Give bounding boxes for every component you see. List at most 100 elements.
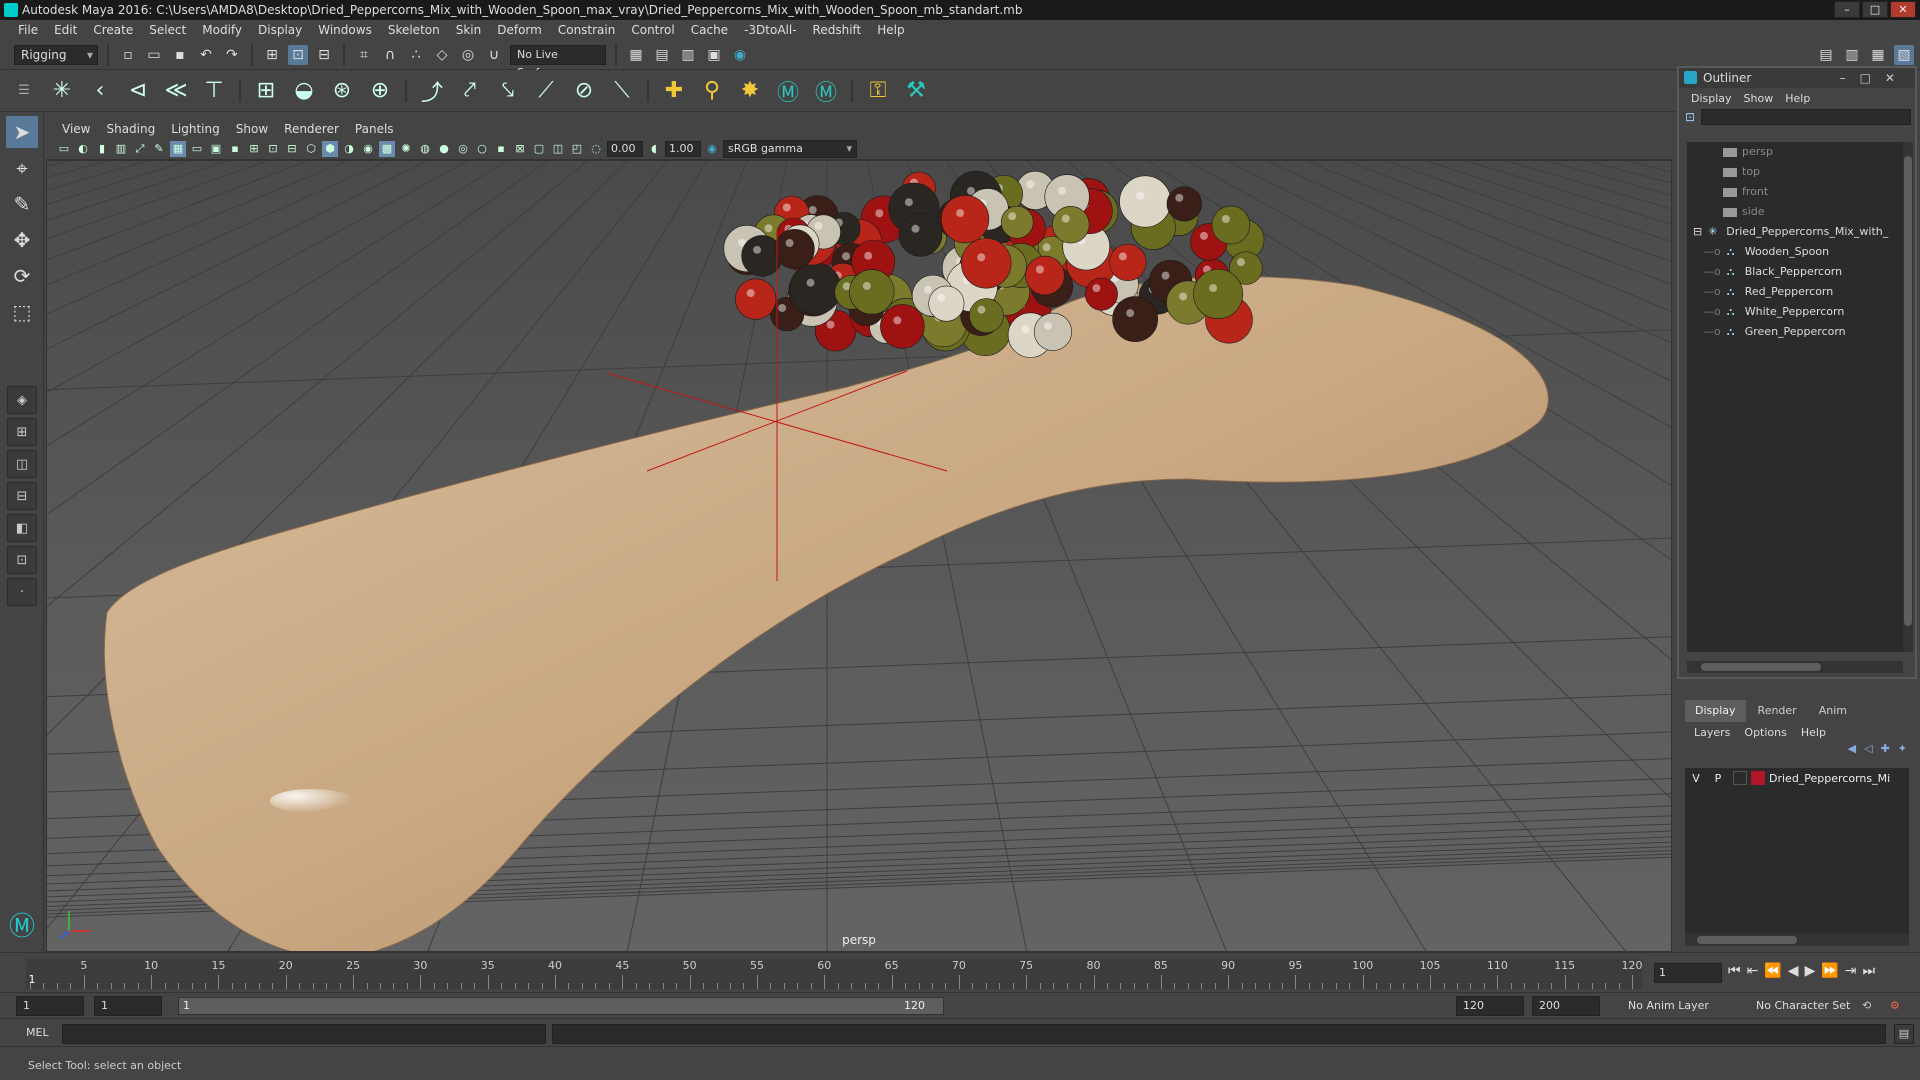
menu-file[interactable]: File bbox=[10, 23, 46, 37]
outliner-item-white-peppercorn[interactable]: —o ⛬ White_Peppercorn bbox=[1687, 302, 1903, 322]
layer-color-swatch[interactable] bbox=[1751, 771, 1765, 785]
field-chart-icon[interactable]: ⊞ bbox=[246, 141, 262, 157]
outliner-item-red-peppercorn[interactable]: —o ⛬ Red_Peppercorn bbox=[1687, 282, 1903, 302]
layer-playback-toggle[interactable]: P bbox=[1707, 772, 1729, 785]
playback-end-field[interactable]: 120 bbox=[1456, 996, 1524, 1016]
paint-select-tool-icon[interactable]: ✎ bbox=[6, 188, 38, 220]
outliner-filter-icon[interactable]: ⊡ bbox=[1685, 110, 1695, 124]
ik-spline-icon[interactable]: ⤤ bbox=[454, 75, 486, 107]
shadows-icon[interactable]: ◍ bbox=[417, 141, 433, 157]
select-camera-icon[interactable]: ▭ bbox=[56, 141, 72, 157]
maximize-button[interactable]: □ bbox=[1862, 1, 1888, 18]
create-layer-from-selected-icon[interactable]: ✦ bbox=[1898, 742, 1907, 762]
bind-skin-icon[interactable]: ⤥ bbox=[492, 75, 524, 107]
layer-row[interactable]: V P Dried_Peppercorns_Mi bbox=[1685, 768, 1909, 788]
menu-display[interactable]: Display bbox=[250, 23, 310, 37]
wireframe-on-shaded-icon[interactable]: ◑ bbox=[341, 141, 357, 157]
outliner-item-top[interactable]: top bbox=[1687, 162, 1903, 182]
menu-modify[interactable]: Modify bbox=[194, 23, 250, 37]
character-set-dropdown[interactable]: No Character Set bbox=[1756, 996, 1850, 1016]
new-scene-icon[interactable]: ▫ bbox=[118, 45, 138, 65]
layer-display-type[interactable] bbox=[1733, 771, 1747, 785]
viewport-menu-show[interactable]: Show bbox=[228, 122, 276, 136]
persp-hypershade-layout-icon[interactable]: ◧ bbox=[7, 514, 37, 542]
tool-settings-toggle-icon[interactable]: ▦ bbox=[1868, 45, 1888, 65]
four-view-layout-icon[interactable]: ⊞ bbox=[7, 418, 37, 446]
layer-tab-render[interactable]: Render bbox=[1748, 700, 1807, 722]
menuset-dropdown[interactable]: Rigging bbox=[14, 44, 98, 65]
range-bar[interactable]: 1 120 bbox=[178, 997, 944, 1015]
ipr-render-icon[interactable]: ▥ bbox=[678, 45, 698, 65]
grid-toggle-icon[interactable]: ▦ bbox=[170, 140, 186, 157]
save-scene-icon[interactable]: ▪ bbox=[170, 45, 190, 65]
anim-start-field[interactable]: 1 bbox=[16, 996, 84, 1016]
outliner-menu-display[interactable]: Display bbox=[1685, 92, 1738, 105]
smooth-shade-icon[interactable]: ⬢ bbox=[322, 140, 338, 157]
make-live-icon[interactable]: ◎ bbox=[458, 45, 478, 65]
workspace-icon[interactable]: ▤ bbox=[1816, 45, 1836, 65]
safe-action-icon[interactable]: ⊡ bbox=[265, 141, 281, 157]
step-forward-key-icon[interactable]: ⇥ bbox=[1845, 963, 1857, 979]
hypershade-icon[interactable]: ◉ bbox=[730, 45, 750, 65]
move-layer-down-icon[interactable]: ◁ bbox=[1864, 742, 1872, 762]
locator-icon[interactable]: ✚ bbox=[658, 75, 690, 107]
preferences-icon[interactable]: ⚙ bbox=[1890, 996, 1900, 1016]
isolate-select-icon[interactable]: ⊠ bbox=[512, 141, 528, 157]
outliner-item-front[interactable]: front bbox=[1687, 182, 1903, 202]
snap-magnet-icon[interactable]: ∪ bbox=[484, 45, 504, 65]
viewport-menu-panels[interactable]: Panels bbox=[347, 122, 402, 136]
menu-skin[interactable]: Skin bbox=[448, 23, 490, 37]
menu-redshift[interactable]: Redshift bbox=[805, 23, 870, 37]
menu-edit[interactable]: Edit bbox=[46, 23, 85, 37]
component-editor-icon[interactable]: ⚒ bbox=[900, 75, 932, 107]
point-constraint-icon[interactable]: ✸ bbox=[734, 75, 766, 107]
outliner-item-side[interactable]: side bbox=[1687, 202, 1903, 222]
persp-graph-layout-icon[interactable]: ⊟ bbox=[7, 482, 37, 510]
attribute-editor-toggle-icon[interactable]: ▥ bbox=[1842, 45, 1862, 65]
custom-layout-icon[interactable]: ⊡ bbox=[7, 546, 37, 574]
color-management-icon[interactable]: ◉ bbox=[704, 141, 720, 157]
layer-menu-help[interactable]: Help bbox=[1794, 726, 1833, 739]
gamma-field[interactable]: 1.00 bbox=[665, 140, 701, 157]
exposure-icon[interactable]: ◌ bbox=[588, 141, 604, 157]
ik-handle-icon[interactable]: ⤴ bbox=[416, 75, 448, 107]
cluster-icon[interactable]: ⊞ bbox=[250, 75, 282, 107]
outliner-item-wooden-spoon[interactable]: —o ⛬ Wooden_Spoon bbox=[1687, 242, 1903, 262]
image-plane-icon[interactable]: ▥ bbox=[113, 141, 129, 157]
anim-layer-dropdown[interactable]: No Anim Layer bbox=[1628, 996, 1709, 1016]
menu-skeleton[interactable]: Skeleton bbox=[380, 23, 448, 37]
textured-icon[interactable]: ▩ bbox=[379, 140, 395, 157]
use-all-lights-icon[interactable]: ✺ bbox=[398, 141, 414, 157]
snap-to-grid-icon[interactable]: ⌗ bbox=[354, 45, 374, 65]
snap-to-point-icon[interactable]: ∴ bbox=[406, 45, 426, 65]
layer-menu-layers[interactable]: Layers bbox=[1687, 726, 1737, 739]
film-gate-icon[interactable]: ▭ bbox=[189, 141, 205, 157]
xray-joints-icon[interactable]: ◫ bbox=[550, 141, 566, 157]
snap-to-curve-icon[interactable]: ∩ bbox=[380, 45, 400, 65]
layer-name[interactable]: Dried_Peppercorns_Mi bbox=[1769, 772, 1890, 785]
viewport-menu-view[interactable]: View bbox=[54, 122, 98, 136]
menu-deform[interactable]: Deform bbox=[489, 23, 550, 37]
color-space-dropdown[interactable]: sRGB gamma bbox=[723, 139, 857, 158]
undo-icon[interactable]: ↶ bbox=[196, 45, 216, 65]
soft-mod-icon[interactable]: ⊕ bbox=[364, 75, 396, 107]
gamma-icon[interactable]: ◖ bbox=[646, 141, 662, 157]
insert-joint-icon[interactable]: ‹ bbox=[84, 75, 116, 107]
outliner-menu-show[interactable]: Show bbox=[1738, 92, 1780, 105]
orient-joint-icon[interactable]: ≪ bbox=[160, 75, 192, 107]
menu-select[interactable]: Select bbox=[141, 23, 194, 37]
create-empty-layer-icon[interactable]: ✚ bbox=[1881, 742, 1890, 762]
time-ruler[interactable]: 5 10 15 20 25 30 35 40 45 50 55 60 65 70 75 80 85 90 95 100… bbox=[26, 959, 1643, 989]
menu-cache[interactable]: Cache bbox=[683, 23, 736, 37]
safe-title-icon[interactable]: ⊟ bbox=[284, 141, 300, 157]
menu-windows[interactable]: Windows bbox=[310, 23, 380, 37]
command-input[interactable] bbox=[62, 1024, 546, 1044]
command-language-label[interactable]: MEL bbox=[26, 1024, 49, 1042]
parent-constraint-icon[interactable]: ⚲ bbox=[696, 75, 728, 107]
menu-control[interactable]: Control bbox=[623, 23, 682, 37]
select-by-component-icon[interactable]: ⊟ bbox=[314, 45, 334, 65]
shelf-options-icon[interactable]: ☰ bbox=[8, 75, 40, 107]
outliner-item-persp[interactable]: persp bbox=[1687, 142, 1903, 162]
move-tool-icon[interactable]: ✥ bbox=[6, 224, 38, 256]
lasso-tool-icon[interactable]: ⌖ bbox=[6, 152, 38, 184]
